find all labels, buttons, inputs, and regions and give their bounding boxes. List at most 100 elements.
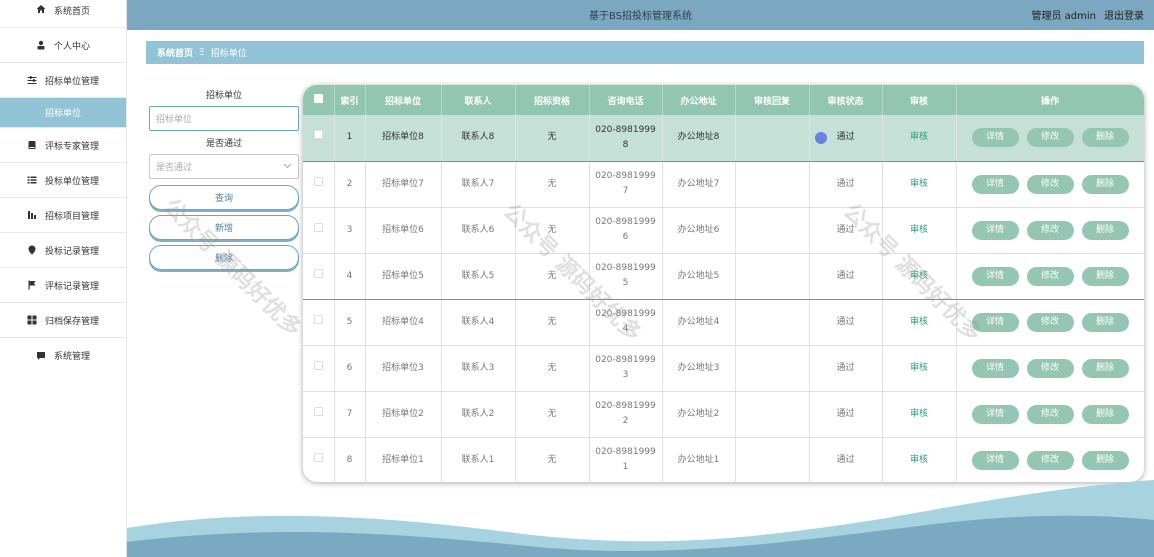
table-row[interactable]: 7 招标单位2 联系人2 无 020-8981999 2 办公地址2 通过 审核 详情 修改 删除 xyxy=(303,391,1144,438)
cell-unit: 招标单位5 xyxy=(365,253,442,300)
breadcrumb-home[interactable]: 系统首页 xyxy=(157,46,193,59)
sidebar-item-tender-unit-mgmt[interactable]: 招标单位管理 xyxy=(0,63,126,98)
edit-button[interactable]: 修改 xyxy=(1026,266,1074,286)
audit-link[interactable]: 审核 xyxy=(910,132,928,142)
cell-unit: 招标单位4 xyxy=(365,299,442,346)
edit-button[interactable]: 修改 xyxy=(1026,404,1074,424)
cell-qualification: 无 xyxy=(515,299,590,346)
table-header-row: 索引 招标单位 联系人 招标资格 咨询电话 办公地址 审核回复 审核状态 审核 … xyxy=(303,85,1144,115)
unit-filter-label: 招标单位 xyxy=(205,91,242,101)
detail-button[interactable]: 详情 xyxy=(971,266,1019,286)
row-select-cell[interactable] xyxy=(303,253,335,300)
detail-button[interactable]: 详情 xyxy=(971,220,1019,240)
sidebar-item-label: 招标项目管理 xyxy=(44,211,99,222)
table-row[interactable]: 5 招标单位4 联系人4 无 020-8981999 4 办公地址4 通过 审核 详情 修改 删除 xyxy=(303,299,1144,346)
cell-audit: 审核 xyxy=(882,345,957,392)
sidebar-item-profile[interactable]: 个人中心 xyxy=(0,28,126,63)
sidebar-item-label: 投标记录管理 xyxy=(44,246,99,257)
delete-button[interactable]: 删除 xyxy=(1081,266,1129,286)
cell-actions: 详情 修改 删除 xyxy=(956,207,1144,254)
sidebar-item-expert-mgmt[interactable]: 评标专家管理 xyxy=(0,128,126,163)
sidebar-item-label: 招标单位管理 xyxy=(44,76,99,87)
sidebar-item-home[interactable]: 系统首页 xyxy=(0,0,126,28)
cell-qualification: 无 xyxy=(515,253,590,300)
edit-button[interactable]: 修改 xyxy=(1026,220,1074,240)
cell-status: 通过 xyxy=(809,161,883,208)
detail-button[interactable]: 详情 xyxy=(971,174,1019,194)
row-checkbox[interactable] xyxy=(313,452,323,462)
audit-link[interactable]: 审核 xyxy=(910,455,928,465)
sidebar-item-system-mgmt[interactable]: 系统管理 xyxy=(0,338,126,373)
table-row[interactable]: 3 招标单位6 联系人6 无 020-8981999 6 办公地址6 通过 审核 详情 修改 删除 xyxy=(303,207,1144,254)
row-select-cell[interactable] xyxy=(303,207,335,254)
detail-button[interactable]: 详情 xyxy=(971,450,1019,470)
sidebar-item-eval-record-mgmt[interactable]: 评标记录管理 xyxy=(0,268,126,303)
detail-button[interactable]: 详情 xyxy=(971,404,1019,424)
sidebar-item-bid-record-mgmt[interactable]: 投标记录管理 xyxy=(0,233,126,268)
unit-filter-placeholder: 招标单位 xyxy=(156,115,193,125)
audit-link[interactable]: 审核 xyxy=(910,271,928,281)
phone-line-2: 3 xyxy=(622,370,629,380)
edit-button[interactable]: 修改 xyxy=(1026,128,1074,148)
query-button[interactable]: 查询 xyxy=(149,185,299,210)
detail-button[interactable]: 详情 xyxy=(971,312,1019,332)
edit-button[interactable]: 修改 xyxy=(1026,174,1074,194)
sidebar-item-bidder-mgmt[interactable]: 投标单位管理 xyxy=(0,163,126,198)
row-checkbox[interactable] xyxy=(313,406,323,416)
edit-button[interactable]: 修改 xyxy=(1026,312,1074,332)
logout-link[interactable]: 退出登录 xyxy=(1104,7,1144,22)
audit-link[interactable]: 审核 xyxy=(910,363,928,373)
row-checkbox[interactable] xyxy=(313,268,323,278)
breadcrumb: 系统首页 Ξ 招标单位 xyxy=(146,41,1144,64)
add-button[interactable]: 新增 xyxy=(149,215,299,240)
phone-line-2: 2 xyxy=(622,416,629,426)
row-checkbox[interactable] xyxy=(313,360,323,370)
table-row[interactable]: 4 招标单位5 联系人5 无 020-8981999 5 办公地址5 通过 审核 详情 修改 删除 xyxy=(303,253,1144,300)
cell-audit: 审核 xyxy=(882,299,957,346)
edit-button[interactable]: 修改 xyxy=(1026,450,1074,470)
row-select-cell[interactable] xyxy=(303,299,335,346)
cell-reply xyxy=(735,391,810,438)
row-checkbox[interactable] xyxy=(313,130,323,140)
row-select-cell[interactable] xyxy=(303,345,335,392)
row-select-cell[interactable] xyxy=(303,115,335,162)
audit-link[interactable]: 审核 xyxy=(910,317,928,327)
delete-button[interactable]: 删除 xyxy=(1081,404,1129,424)
select-all-header[interactable] xyxy=(303,85,335,115)
row-select-cell[interactable] xyxy=(303,161,335,208)
delete-button[interactable]: 删除 xyxy=(1081,450,1129,470)
delete-button[interactable]: 删除 xyxy=(1081,358,1129,378)
top-header: 基于BS招投标管理系统 管理员 admin 退出登录 xyxy=(127,0,1154,30)
sidebar-item-tender-unit[interactable]: 招标单位 xyxy=(0,98,126,128)
detail-button[interactable]: 详情 xyxy=(971,128,1019,148)
delete-button[interactable]: 删除 xyxy=(1081,312,1129,332)
row-checkbox[interactable] xyxy=(313,222,323,232)
delete-button[interactable]: 删除 xyxy=(1081,128,1129,148)
audit-link[interactable]: 审核 xyxy=(910,409,928,419)
cell-audit: 审核 xyxy=(882,207,957,254)
audit-link[interactable]: 审核 xyxy=(910,179,928,189)
batch-delete-button[interactable]: 删除 xyxy=(149,245,299,270)
sidebar-item-label: 招标单位 xyxy=(44,109,81,119)
sidebar-item-project-mgmt[interactable]: 招标项目管理 xyxy=(0,198,126,233)
detail-button[interactable]: 详情 xyxy=(971,358,1019,378)
edit-button[interactable]: 修改 xyxy=(1026,358,1074,378)
pass-filter-placeholder: 是否通过 xyxy=(156,163,193,173)
row-select-cell[interactable] xyxy=(303,391,335,438)
select-all-checkbox[interactable] xyxy=(313,94,323,103)
cell-reply xyxy=(735,115,810,162)
unit-filter-input[interactable]: 招标单位 xyxy=(149,106,299,131)
row-checkbox[interactable] xyxy=(313,176,323,186)
audit-link[interactable]: 审核 xyxy=(910,225,928,235)
sidebar-item-archive-mgmt[interactable]: 归档保存管理 xyxy=(0,303,126,338)
phone-line-2: 7 xyxy=(622,186,629,196)
cell-index: 5 xyxy=(334,299,366,346)
delete-button[interactable]: 删除 xyxy=(1081,174,1129,194)
table-row[interactable]: 2 招标单位7 联系人7 无 020-8981999 7 办公地址7 通过 审核 详情 修改 删除 xyxy=(303,161,1144,208)
pass-filter-select[interactable]: 是否通过 xyxy=(149,154,299,179)
table-row[interactable]: 1 招标单位8 联系人8 无 020-8981999 8 办公地址8 通过 审核 详情 修改 删除 xyxy=(303,115,1144,162)
delete-button[interactable]: 删除 xyxy=(1081,220,1129,240)
row-checkbox[interactable] xyxy=(313,314,323,324)
table-row[interactable]: 6 招标单位3 联系人3 无 020-8981999 3 办公地址3 通过 审核 详情 修改 删除 xyxy=(303,345,1144,392)
cell-actions: 详情 修改 删除 xyxy=(956,115,1144,162)
